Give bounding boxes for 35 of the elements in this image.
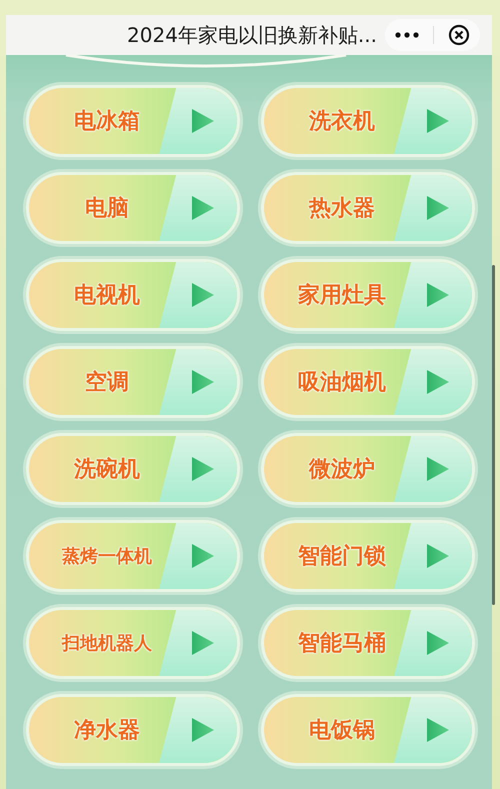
category-button[interactable]: 电冰箱 bbox=[26, 85, 240, 157]
category-button[interactable]: 吸油烟机 bbox=[261, 346, 475, 418]
category-button[interactable]: 智能门锁 bbox=[261, 520, 475, 592]
close-icon[interactable] bbox=[448, 24, 470, 46]
play-icon bbox=[191, 369, 215, 395]
play-icon bbox=[191, 456, 215, 482]
category-button[interactable]: 洗衣机 bbox=[261, 85, 475, 157]
category-button[interactable]: 净水器 bbox=[26, 694, 240, 766]
play-icon bbox=[191, 195, 215, 221]
play-icon bbox=[191, 543, 215, 569]
play-icon bbox=[426, 456, 450, 482]
category-button[interactable]: 微波炉 bbox=[261, 433, 475, 505]
play-icon bbox=[426, 195, 450, 221]
play-icon bbox=[191, 717, 215, 743]
category-button[interactable]: 家用灶具 bbox=[261, 259, 475, 331]
category-button[interactable]: 热水器 bbox=[261, 172, 475, 244]
category-button[interactable]: 智能马桶 bbox=[261, 607, 475, 679]
category-button[interactable]: 蒸烤一体机 bbox=[26, 520, 240, 592]
play-icon bbox=[191, 282, 215, 308]
category-button[interactable]: 扫地机器人 bbox=[26, 607, 240, 679]
window-title: 2024年家电以旧换新补贴... bbox=[127, 22, 377, 48]
category-button[interactable]: 空调 bbox=[26, 346, 240, 418]
play-icon bbox=[426, 717, 450, 743]
play-icon bbox=[426, 630, 450, 656]
play-icon bbox=[191, 108, 215, 134]
more-icon[interactable] bbox=[395, 32, 419, 38]
category-button[interactable]: 洗碗机 bbox=[26, 433, 240, 505]
play-icon bbox=[426, 369, 450, 395]
category-button[interactable]: 电视机 bbox=[26, 259, 240, 331]
play-icon bbox=[426, 282, 450, 308]
category-button[interactable]: 电饭锅 bbox=[261, 694, 475, 766]
play-icon bbox=[191, 630, 215, 656]
category-button[interactable]: 电脑 bbox=[26, 172, 240, 244]
play-icon bbox=[426, 108, 450, 134]
play-icon bbox=[426, 543, 450, 569]
